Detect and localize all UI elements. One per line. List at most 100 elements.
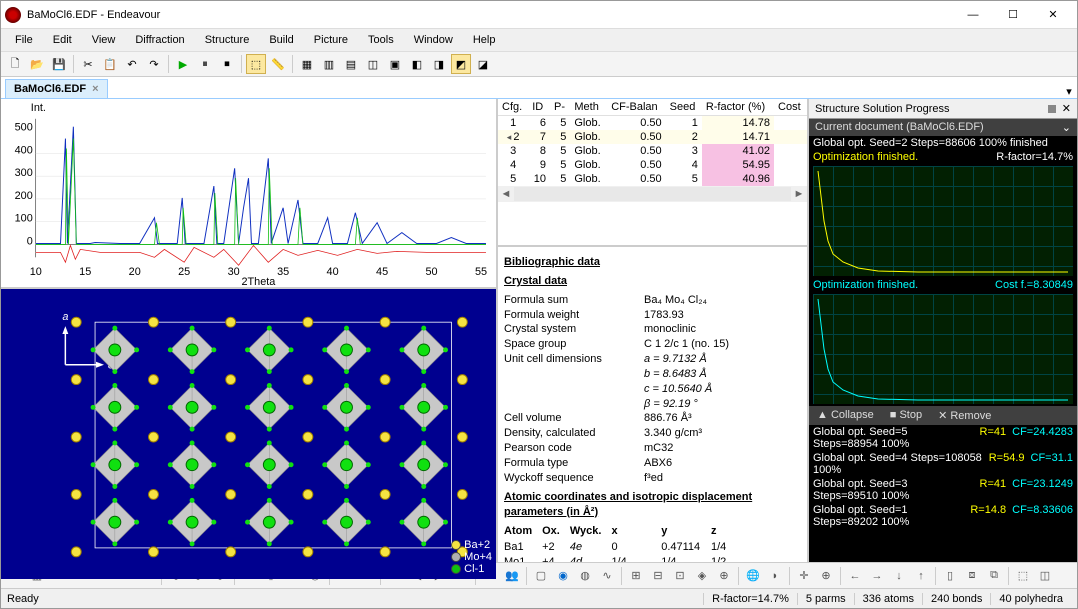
cut-icon[interactable]: ✂ <box>78 54 98 74</box>
menu-window[interactable]: Window <box>406 32 461 48</box>
cfg-row[interactable]: ◂275Glob.0.50214.71 <box>498 130 807 144</box>
view5-icon[interactable]: ▣ <box>385 54 405 74</box>
status-ready: Ready <box>7 593 39 605</box>
proj1-icon[interactable]: ⬚ <box>1013 566 1033 586</box>
svg-text:0: 0 <box>27 235 33 247</box>
collapse-button[interactable]: ▲ Collapse <box>817 409 874 422</box>
planet-icon[interactable]: 🌐 <box>743 566 763 586</box>
sym2-icon[interactable]: ⊟ <box>648 566 668 586</box>
configuration-table[interactable]: Cfg.IDP-MethCF-BalanSeedR-factor (%)Cost… <box>498 99 807 247</box>
view7-icon[interactable]: ◨ <box>429 54 449 74</box>
progress-header: Structure Solution Progress ✕ <box>809 99 1077 119</box>
bar2-icon[interactable]: ⧈ <box>962 566 982 586</box>
history-line[interactable]: Global opt. Seed=3 Steps=89510 100%R=41C… <box>809 477 1077 503</box>
moon-icon[interactable]: ◗ <box>765 566 785 586</box>
menubar: FileEditViewDiffraction StructureBuild Pic… <box>1 29 1077 51</box>
view1-icon[interactable]: ▦ <box>297 54 317 74</box>
view9-icon[interactable]: ◪ <box>473 54 493 74</box>
sym5-icon[interactable]: ⊕ <box>714 566 734 586</box>
arr-left-icon[interactable]: ← <box>845 566 865 586</box>
pause-icon[interactable]: ⏸ <box>195 54 215 74</box>
wave-icon[interactable]: ∿ <box>597 566 617 586</box>
history-line[interactable]: Global opt. Seed=1 Steps=89202 100%R=14.… <box>809 503 1077 529</box>
cross-icon[interactable]: ✛ <box>794 566 814 586</box>
structure-viewer[interactable]: a c Ba+2Mo+4Cl-1 <box>1 289 496 579</box>
menu-structure[interactable]: Structure <box>197 32 258 48</box>
svg-text:50: 50 <box>425 266 437 278</box>
maximize-button[interactable]: ☐ <box>993 3 1033 27</box>
view3-icon[interactable]: ▤ <box>341 54 361 74</box>
menu-file[interactable]: File <box>7 32 41 48</box>
arr-right-icon[interactable]: → <box>867 566 887 586</box>
select-tool-icon[interactable]: ⬚ <box>246 54 266 74</box>
sphere-icon[interactable]: ◉ <box>553 566 573 586</box>
cfg-row[interactable]: 5105Glob.0.50540.96 <box>498 172 807 186</box>
proj2-icon[interactable]: ◫ <box>1035 566 1055 586</box>
atom-legend: Ba+2Mo+4Cl-1 <box>451 539 492 575</box>
horizontal-scrollbar[interactable]: ◄► <box>498 186 807 202</box>
people-icon[interactable]: 👥 <box>502 566 522 586</box>
minimize-button[interactable]: — <box>953 3 993 27</box>
chevron-down-icon: ⌄ <box>1062 121 1071 134</box>
sym4-icon[interactable]: ◈ <box>692 566 712 586</box>
menu-picture[interactable]: Picture <box>306 32 356 48</box>
svg-text:15: 15 <box>79 266 91 278</box>
measure-icon[interactable]: 📏 <box>268 54 288 74</box>
view4-icon[interactable]: ◫ <box>363 54 383 74</box>
bibliographic-panel[interactable]: Bibliographic data Crystal data Formula … <box>498 247 807 562</box>
view6-icon[interactable]: ◧ <box>407 54 427 74</box>
view8-icon[interactable]: ◩ <box>451 54 471 74</box>
sym3-icon[interactable]: ⊡ <box>670 566 690 586</box>
bar3-icon[interactable]: ⧉ <box>984 566 1004 586</box>
bar1-icon[interactable]: ▯ <box>940 566 960 586</box>
pin-icon[interactable] <box>1048 105 1056 113</box>
close-button[interactable]: ✕ <box>1033 3 1073 27</box>
cfg-row[interactable]: 495Glob.0.50454.95 <box>498 158 807 172</box>
document-header[interactable]: Current document (BaMoCl6.EDF)⌄ <box>809 119 1077 136</box>
cfg-row[interactable]: 385Glob.0.50341.02 <box>498 144 807 158</box>
remove-button[interactable]: ✕ Remove <box>938 409 991 422</box>
redo-icon[interactable]: ↷ <box>144 54 164 74</box>
history-line[interactable]: Global opt. Seed=5 Steps=88954 100%R=41C… <box>809 425 1077 451</box>
svg-text:45: 45 <box>376 266 388 278</box>
arr-up-icon[interactable]: ↑ <box>911 566 931 586</box>
svg-text:500: 500 <box>15 122 33 134</box>
progress-controls: ▲ Collapse ■ Stop ✕ Remove <box>809 406 1077 425</box>
svg-text:300: 300 <box>15 167 33 179</box>
boxed-icon[interactable]: ▢ <box>531 566 551 586</box>
stop-icon[interactable]: ⏹ <box>217 54 237 74</box>
progress-cost: Optimization finished.Cost f.=8.30849 <box>809 278 1077 292</box>
play-icon[interactable]: ▶ <box>173 54 193 74</box>
view2-icon[interactable]: ▥ <box>319 54 339 74</box>
tab-dropdown-icon[interactable]: ▾ <box>1061 85 1077 98</box>
document-tab[interactable]: BaMoCl6.EDF × <box>5 79 108 98</box>
tab-label: BaMoCl6.EDF <box>14 83 86 95</box>
plus-icon[interactable]: ⊕ <box>816 566 836 586</box>
progress-info: Global opt. Seed=2 Steps=88606 100% fini… <box>809 136 1077 150</box>
undo-icon[interactable]: ↶ <box>122 54 142 74</box>
menu-build[interactable]: Build <box>261 32 301 48</box>
history-line[interactable]: Global opt. Seed=4 Steps=108058 100%R=54… <box>809 451 1077 477</box>
cfg-row[interactable]: 165Glob.0.50114.78 <box>498 116 807 131</box>
sym1-icon[interactable]: ⊞ <box>626 566 646 586</box>
rfactor-chart <box>813 166 1073 276</box>
menu-view[interactable]: View <box>84 32 124 48</box>
menu-tools[interactable]: Tools <box>360 32 402 48</box>
svg-text:a: a <box>62 311 68 323</box>
menu-diffraction[interactable]: Diffraction <box>127 32 192 48</box>
save-icon[interactable]: 💾 <box>49 54 69 74</box>
svg-text:400: 400 <box>15 144 33 156</box>
tab-close-icon[interactable]: × <box>92 83 98 95</box>
new-icon[interactable]: 🗋 <box>5 54 25 74</box>
open-icon[interactable]: 📂 <box>27 54 47 74</box>
copy-icon[interactable]: 📋 <box>100 54 120 74</box>
status-rfactor: R-factor=14.7% <box>703 593 797 605</box>
panel-close-icon[interactable]: ✕ <box>1062 102 1071 115</box>
ellipsoid-icon[interactable]: ◍ <box>575 566 595 586</box>
menu-help[interactable]: Help <box>465 32 504 48</box>
diffraction-chart[interactable]: Int. 0100200 300400500 <box>1 99 496 289</box>
stop-button[interactable]: ■ Stop <box>890 409 922 422</box>
menu-edit[interactable]: Edit <box>45 32 80 48</box>
arr-down-icon[interactable]: ↓ <box>889 566 909 586</box>
atom-row: Mo1+44d1/41/41/2 <box>504 555 761 562</box>
